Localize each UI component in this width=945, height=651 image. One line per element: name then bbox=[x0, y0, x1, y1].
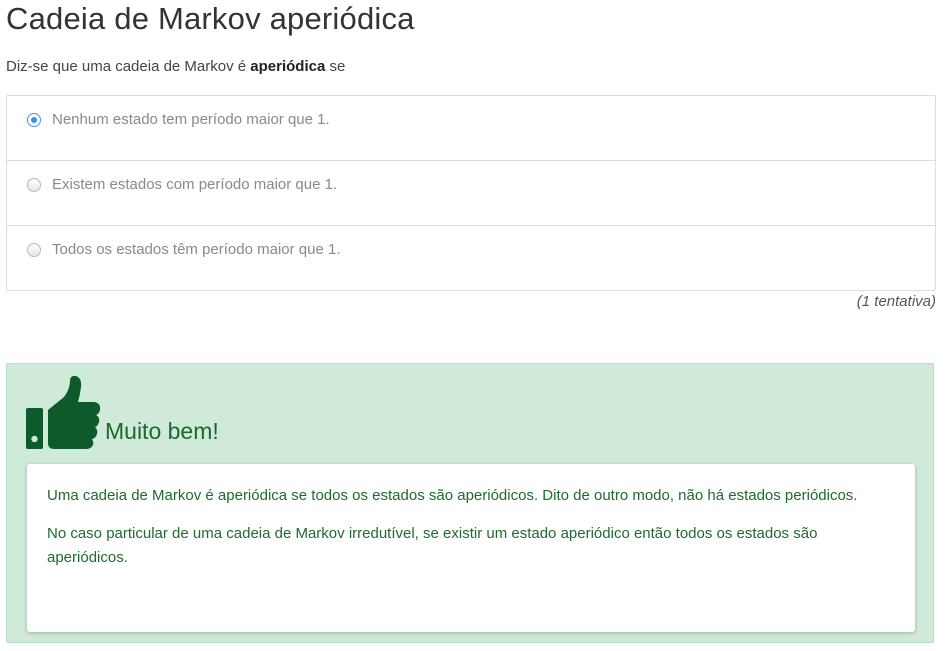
feedback-title: Muito bem! bbox=[105, 418, 219, 444]
answer-option-3[interactable]: Todos os estados têm período maior que 1… bbox=[7, 225, 935, 290]
question-prompt: Diz-se que uma cadeia de Markov é aperió… bbox=[6, 58, 345, 75]
feedback-paragraph-2: No caso particular de uma cadeia de Mark… bbox=[47, 525, 818, 566]
radio-unselected-icon[interactable] bbox=[27, 243, 41, 257]
answer-options: Nenhum estado tem período maior que 1. E… bbox=[6, 95, 936, 291]
prompt-bold-term: aperiódica bbox=[250, 58, 326, 75]
thumbs-up-icon bbox=[26, 375, 101, 449]
answer-option-label: Nenhum estado tem período maior que 1. bbox=[52, 111, 330, 128]
answer-option-1[interactable]: Nenhum estado tem período maior que 1. bbox=[7, 96, 935, 160]
feedback-explanation: Uma cadeia de Markov é aperiódica se tod… bbox=[27, 464, 915, 632]
answer-option-2[interactable]: Existem estados com período maior que 1. bbox=[7, 160, 935, 225]
attempt-count: (1 tentativa) bbox=[856, 293, 936, 310]
answer-option-label: Todos os estados têm período maior que 1… bbox=[52, 241, 341, 258]
question-title: Cadeia de Markov aperiódica bbox=[6, 1, 415, 36]
radio-unselected-icon[interactable] bbox=[27, 178, 41, 192]
feedback-paragraph-1: Uma cadeia de Markov é aperiódica se tod… bbox=[47, 487, 858, 504]
radio-selected-icon[interactable] bbox=[27, 113, 41, 127]
answer-option-label: Existem estados com período maior que 1. bbox=[52, 176, 338, 193]
feedback-panel: Muito bem! Uma cadeia de Markov é aperió… bbox=[6, 363, 934, 643]
prompt-suffix: se bbox=[325, 58, 346, 75]
prompt-prefix: Diz-se que uma cadeia de Markov é bbox=[6, 58, 251, 75]
